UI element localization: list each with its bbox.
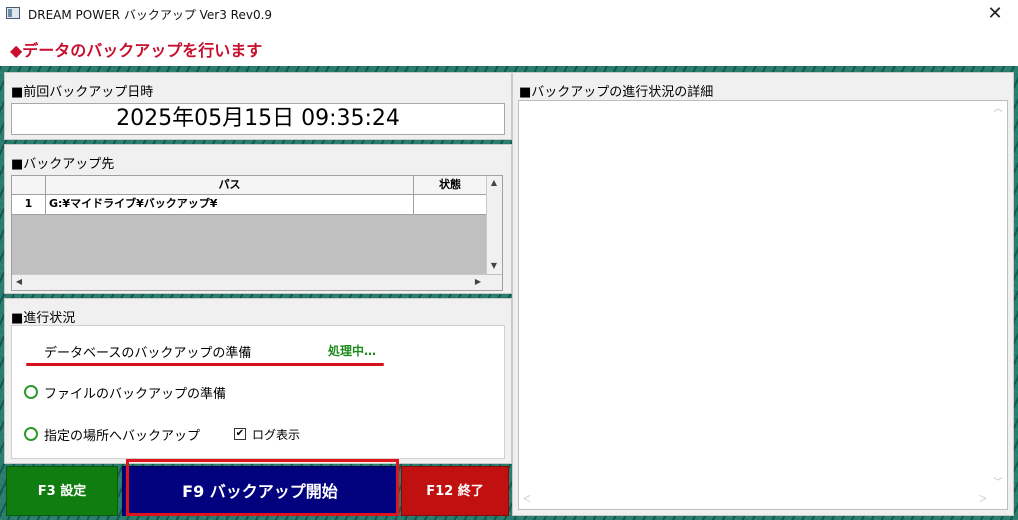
grid-header-num — [12, 176, 46, 194]
header-band: ◆データのバックアップを行います — [0, 28, 1018, 66]
progress-panel: ■進行状況 データベースのバックアップの準備 処理中… ファイルのバックアップの… — [4, 298, 512, 464]
grid-horizontal-scrollbar[interactable]: ◀ ▶ — [12, 274, 487, 290]
scroll-left-icon[interactable]: ◀ — [12, 275, 26, 289]
destination-panel: ■バックアップ先 パス 状態 1 G:¥マイドライブ¥バックアップ¥ ▲ ▼ ◀… — [4, 144, 512, 294]
highlight-box — [126, 459, 399, 516]
step-copy-indicator-icon — [24, 427, 38, 441]
destination-label: ■バックアップ先 — [11, 157, 115, 172]
table-row[interactable]: 1 G:¥マイドライブ¥バックアップ¥ — [12, 195, 487, 215]
last-backup-panel: ■前回バックアップ日時 2025年05月15日 09:35:24 — [4, 72, 512, 140]
scroll-up-icon[interactable]: ▲ — [487, 176, 501, 190]
step-database-label: データベースのバックアップの準備 — [44, 346, 252, 361]
window-title: DREAM POWER バックアップ Ver3 Rev0.9 — [28, 8, 273, 22]
details-scroll-right-icon[interactable]: ＞ — [975, 492, 991, 508]
f3-settings-button[interactable]: F3 設定 — [6, 466, 118, 516]
grid-vertical-scrollbar[interactable]: ▲ ▼ — [486, 176, 502, 274]
log-display-checkbox[interactable]: ✔ — [234, 428, 246, 440]
details-vertical-scrollbar[interactable]: ︿ ﹀ — [990, 101, 1007, 493]
grid-header: パス 状態 — [12, 176, 487, 195]
progress-label: ■進行状況 — [11, 311, 76, 326]
row-status — [414, 195, 487, 214]
title-bar: DREAM POWER バックアップ Ver3 Rev0.9 ✕ — [0, 0, 1018, 29]
details-label: ■バックアップの進行状況の詳細 — [519, 85, 714, 100]
app-icon — [6, 7, 20, 19]
details-scroll-down-icon[interactable]: ﹀ — [990, 475, 1006, 491]
scrollbar-corner — [487, 275, 502, 290]
step-files-label: ファイルのバックアップの準備 — [44, 387, 227, 402]
log-display-label: ログ表示 — [252, 428, 301, 442]
last-backup-datetime: 2025年05月15日 09:35:24 — [11, 103, 505, 135]
step-database-status: 処理中… — [328, 344, 377, 358]
last-backup-label: ■前回バックアップ日時 — [11, 85, 154, 100]
details-horizontal-scrollbar[interactable]: ＜ ＞ — [519, 492, 992, 509]
details-scroll-left-icon[interactable]: ＜ — [519, 492, 535, 508]
details-log-area[interactable]: ︿ ﹀ ＜ ＞ — [518, 100, 1008, 510]
grid-header-status: 状態 — [414, 176, 487, 194]
scroll-down-icon[interactable]: ▼ — [487, 259, 501, 273]
step-copy-label: 指定の場所へバックアップ — [44, 429, 201, 444]
grid-header-path: パス — [46, 176, 414, 194]
page-heading: ◆データのバックアップを行います — [10, 41, 263, 60]
progress-steps-box: データベースのバックアップの準備 処理中… ファイルのバックアップの準備 指定の… — [11, 325, 505, 459]
details-scroll-up-icon[interactable]: ︿ — [990, 101, 1006, 117]
scroll-right-icon[interactable]: ▶ — [471, 275, 485, 289]
step-files-indicator-icon — [24, 385, 38, 399]
destination-grid[interactable]: パス 状態 1 G:¥マイドライブ¥バックアップ¥ ▲ ▼ ◀ ▶ — [11, 175, 503, 291]
row-path[interactable]: G:¥マイドライブ¥バックアップ¥ — [46, 195, 414, 214]
f12-exit-button[interactable]: F12 終了 — [401, 466, 509, 516]
close-button[interactable]: ✕ — [972, 0, 1018, 28]
highlight-underline — [26, 363, 384, 366]
row-number: 1 — [12, 195, 46, 214]
